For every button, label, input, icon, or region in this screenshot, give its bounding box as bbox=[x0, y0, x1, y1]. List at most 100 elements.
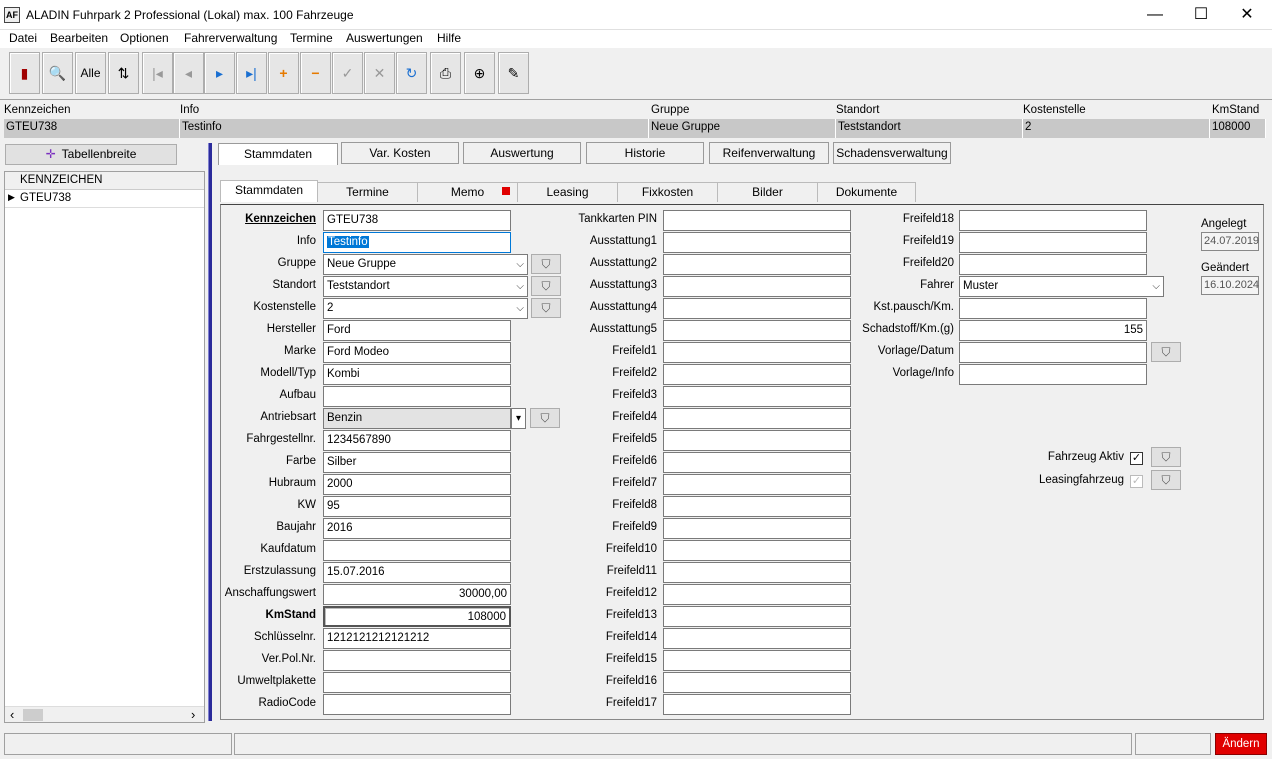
leasing-filter-button[interactable]: ⛉ bbox=[1151, 470, 1181, 490]
baujahr-field[interactable]: 2016 bbox=[323, 518, 511, 539]
freifeld7-field[interactable] bbox=[663, 474, 851, 495]
kennzeichen-field[interactable]: GTEU738 bbox=[323, 210, 511, 231]
tab-var-kosten[interactable]: Var. Kosten bbox=[341, 142, 459, 164]
antriebsart-filter-button[interactable]: ⛉ bbox=[530, 408, 560, 428]
prev-record-button[interactable]: ◂ bbox=[173, 52, 204, 94]
exit-button[interactable]: ▮ bbox=[9, 52, 40, 94]
kw-field[interactable]: 95 bbox=[323, 496, 511, 517]
refresh-button[interactable]: ↻ bbox=[396, 52, 427, 94]
umweltplakette-field[interactable] bbox=[323, 672, 511, 693]
standort-filter-button[interactable]: ⛉ bbox=[531, 276, 561, 296]
sort-button[interactable]: ⇅ bbox=[108, 52, 139, 94]
ausstattung5-field[interactable] bbox=[663, 320, 851, 341]
table-row[interactable]: ▶ GTEU738 bbox=[5, 190, 204, 208]
freifeld10-field[interactable] bbox=[663, 540, 851, 561]
scroll-left-icon[interactable]: ‹ bbox=[10, 707, 14, 722]
subtab-dokumente[interactable]: Dokumente bbox=[818, 182, 916, 202]
ausstattung4-field[interactable] bbox=[663, 298, 851, 319]
vorlage-filter-button[interactable]: ⛉ bbox=[1151, 342, 1181, 362]
tab-stammdaten[interactable]: Stammdaten bbox=[218, 143, 338, 165]
erstzulassung-field[interactable]: 15.07.2016 bbox=[323, 562, 511, 583]
close-button[interactable]: ✕ bbox=[1224, 0, 1270, 30]
freifeld3-field[interactable] bbox=[663, 386, 851, 407]
ausstattung1-field[interactable] bbox=[663, 232, 851, 253]
menu-optionen[interactable]: Optionen bbox=[120, 31, 169, 45]
marke-field[interactable]: Ford Modeo bbox=[323, 342, 511, 363]
maximize-button[interactable]: ☐ bbox=[1178, 0, 1224, 30]
tab-reifenverwaltung[interactable]: Reifenverwaltung bbox=[709, 142, 829, 164]
horizontal-scrollbar[interactable]: ‹ › bbox=[5, 706, 204, 722]
freifeld5-field[interactable] bbox=[663, 430, 851, 451]
cancel-edit-button[interactable]: ✕ bbox=[364, 52, 395, 94]
schadstoff-km-field[interactable]: 155 bbox=[959, 320, 1147, 341]
next-record-button[interactable]: ▸ bbox=[204, 52, 235, 94]
tankkarten-pin-field[interactable] bbox=[663, 210, 851, 231]
freifeld13-field[interactable] bbox=[663, 606, 851, 627]
tab-auswertung[interactable]: Auswertung bbox=[463, 142, 581, 164]
edit-report-button[interactable]: ✎ bbox=[498, 52, 529, 94]
subtab-stammdaten[interactable]: Stammdaten bbox=[220, 180, 318, 202]
kaufdatum-field[interactable] bbox=[323, 540, 511, 561]
tab-schadensverwaltung[interactable]: Schadensverwaltung bbox=[833, 142, 951, 164]
subtab-leasing[interactable]: Leasing bbox=[518, 182, 618, 202]
grid-header-kennzeichen[interactable]: KENNZEICHEN bbox=[20, 174, 102, 186]
last-record-button[interactable]: ▸| bbox=[236, 52, 267, 94]
freifeld11-field[interactable] bbox=[663, 562, 851, 583]
menu-datei[interactable]: Datei bbox=[9, 31, 37, 45]
info-field[interactable]: Testinfo bbox=[323, 232, 511, 253]
menu-auswertungen[interactable]: Auswertungen bbox=[346, 31, 423, 45]
splitter-bar[interactable] bbox=[208, 143, 212, 721]
subtab-memo[interactable]: Memo bbox=[418, 182, 518, 202]
subtab-fixkosten[interactable]: Fixkosten bbox=[618, 182, 718, 202]
menu-fahrerverwaltung[interactable]: Fahrerverwaltung bbox=[184, 31, 277, 45]
modell-typ-field[interactable]: Kombi bbox=[323, 364, 511, 385]
menu-bearbeiten[interactable]: Bearbeiten bbox=[50, 31, 108, 45]
confirm-button[interactable]: ✓ bbox=[332, 52, 363, 94]
freifeld14-field[interactable] bbox=[663, 628, 851, 649]
ausstattung2-field[interactable] bbox=[663, 254, 851, 275]
freifeld8-field[interactable] bbox=[663, 496, 851, 517]
subtab-termine[interactable]: Termine bbox=[318, 182, 418, 202]
freifeld16-field[interactable] bbox=[663, 672, 851, 693]
schluesselnr-field[interactable]: 1212121212121212 bbox=[323, 628, 511, 649]
scroll-right-icon[interactable]: › bbox=[191, 707, 195, 722]
fahrgestellnr-field[interactable]: 1234567890 bbox=[323, 430, 511, 451]
table-width-button[interactable]: ✛ Tabellenbreite bbox=[5, 144, 177, 165]
menu-termine[interactable]: Termine bbox=[290, 31, 333, 45]
dropdown-arrow-icon[interactable]: ▾ bbox=[511, 408, 526, 429]
fahrzeug-aktiv-checkbox[interactable]: ✓ bbox=[1130, 452, 1143, 465]
freifeld9-field[interactable] bbox=[663, 518, 851, 539]
leasingfahrzeug-checkbox[interactable]: ✓ bbox=[1130, 475, 1143, 488]
first-record-button[interactable]: |◂ bbox=[142, 52, 173, 94]
freifeld12-field[interactable] bbox=[663, 584, 851, 605]
vorlage-info-field[interactable] bbox=[959, 364, 1147, 385]
delete-record-button[interactable]: − bbox=[300, 52, 331, 94]
anschaffungswert-field[interactable]: 30000,00 bbox=[323, 584, 511, 605]
freifeld17-field[interactable] bbox=[663, 694, 851, 715]
freifeld4-field[interactable] bbox=[663, 408, 851, 429]
farbe-field[interactable]: Silber bbox=[323, 452, 511, 473]
kostenstelle-filter-button[interactable]: ⛉ bbox=[531, 298, 561, 318]
search-button[interactable]: 🔍 bbox=[42, 52, 73, 94]
freifeld6-field[interactable] bbox=[663, 452, 851, 473]
hersteller-field[interactable]: Ford bbox=[323, 320, 511, 341]
add-record-button[interactable]: + bbox=[268, 52, 299, 94]
freifeld19-field[interactable] bbox=[959, 232, 1147, 253]
print-button[interactable]: ⎙ bbox=[430, 52, 461, 94]
gruppe-filter-button[interactable]: ⛉ bbox=[531, 254, 561, 274]
freifeld2-field[interactable] bbox=[663, 364, 851, 385]
kostenstelle-select[interactable]: 2 ⌵ bbox=[323, 298, 528, 319]
standort-select[interactable]: Teststandort ⌵ bbox=[323, 276, 528, 297]
tab-historie[interactable]: Historie bbox=[586, 142, 704, 164]
fahrer-select[interactable]: Muster ⌵ bbox=[959, 276, 1164, 297]
radiocode-field[interactable] bbox=[323, 694, 511, 715]
gruppe-select[interactable]: Neue Gruppe ⌵ bbox=[323, 254, 528, 275]
freifeld20-field[interactable] bbox=[959, 254, 1147, 275]
minimize-button[interactable]: — bbox=[1132, 0, 1178, 30]
freifeld18-field[interactable] bbox=[959, 210, 1147, 231]
aktiv-filter-button[interactable]: ⛉ bbox=[1151, 447, 1181, 467]
kmstand-field[interactable]: 108000 bbox=[323, 606, 511, 627]
ausstattung3-field[interactable] bbox=[663, 276, 851, 297]
hubraum-field[interactable]: 2000 bbox=[323, 474, 511, 495]
antriebsart-select[interactable]: Benzin bbox=[323, 408, 511, 429]
